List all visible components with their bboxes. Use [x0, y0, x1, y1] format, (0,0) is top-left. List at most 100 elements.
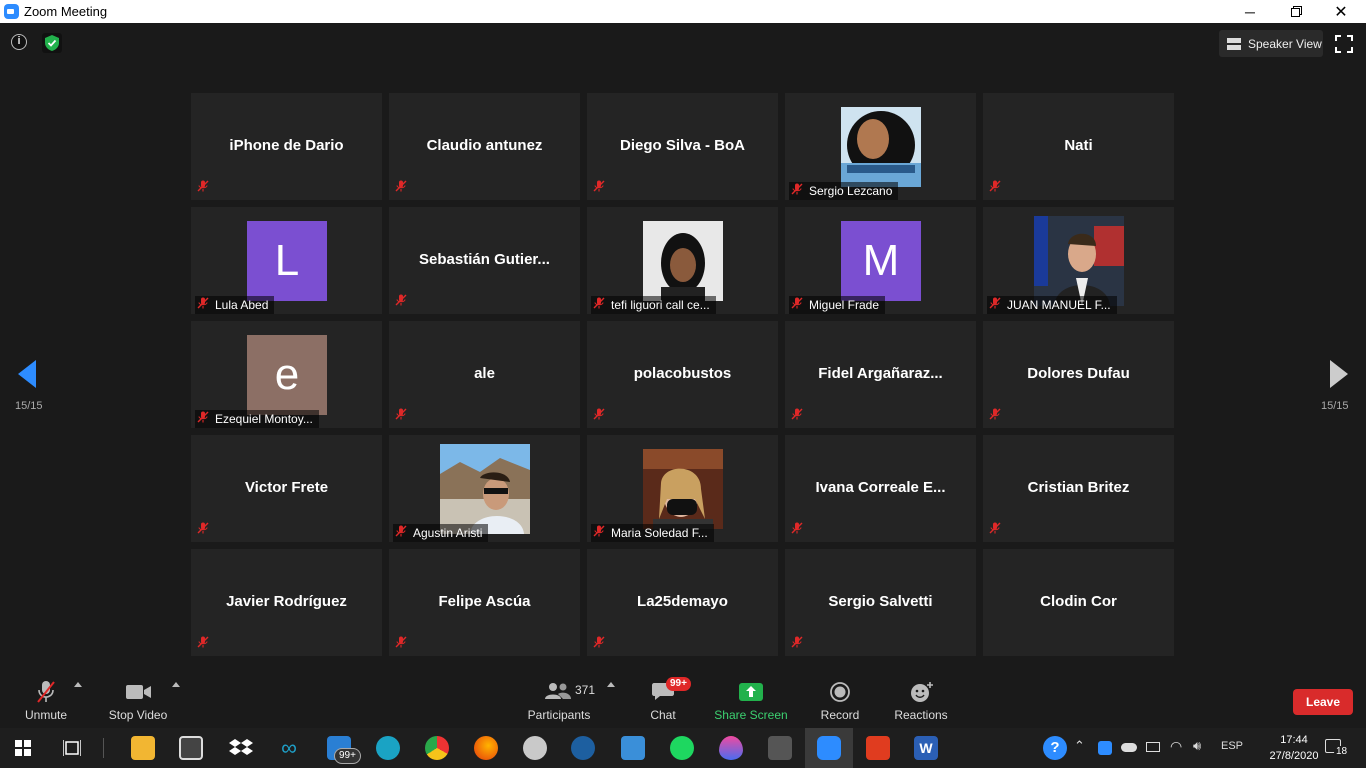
muted-mic-icon — [989, 407, 1001, 425]
input-language[interactable]: ESP — [1221, 740, 1243, 752]
spotify-icon[interactable] — [670, 736, 694, 760]
participant-tile[interactable]: Fidel Argañaraz... — [785, 321, 976, 428]
stop-video-button[interactable]: Stop Video — [104, 670, 172, 728]
participant-tile[interactable]: Cristian Britez — [983, 435, 1174, 542]
participant-name: Sergio Lezcano — [809, 184, 893, 198]
chrome-browser-icon[interactable] — [425, 736, 449, 760]
participant-name: Dolores Dufau — [1027, 365, 1130, 382]
onedrive-cloud-icon[interactable] — [1121, 743, 1137, 752]
participant-tile[interactable]: Claudio antunez — [389, 93, 580, 200]
edge-browser-icon[interactable] — [376, 736, 400, 760]
muted-mic-icon — [197, 410, 209, 428]
windows-start-icon[interactable] — [15, 740, 31, 756]
zoom-tray-icon[interactable] — [1098, 741, 1112, 755]
fullscreen-icon[interactable] — [1335, 35, 1353, 53]
participant-tile[interactable]: La25demayo — [587, 549, 778, 656]
paint-icon[interactable] — [523, 736, 547, 760]
participant-tile[interactable]: polacobustos — [587, 321, 778, 428]
muted-mic-icon — [791, 296, 803, 314]
muted-mic-icon — [593, 296, 605, 314]
window-title-bar: Zoom Meeting ─ ✕ — [0, 0, 1366, 23]
participant-tile[interactable]: Ivana Correale E... — [785, 435, 976, 542]
arduino-icon[interactable]: ∞ — [277, 736, 301, 760]
firefox-browser-icon[interactable] — [474, 736, 498, 760]
app-icon[interactable] — [571, 736, 595, 760]
participant-name: Sebastián Gutier... — [419, 251, 550, 268]
participant-name: Miguel Frade — [809, 298, 880, 312]
participants-options-caret[interactable] — [607, 682, 615, 687]
participant-tile[interactable]: JUAN MANUEL F... — [983, 207, 1174, 314]
previous-page-arrow[interactable] — [18, 360, 36, 388]
participant-tile[interactable]: tefi liguori call ce... — [587, 207, 778, 314]
participant-tile[interactable]: Clodin Cor — [983, 549, 1174, 656]
word-icon[interactable]: W — [914, 736, 938, 760]
participant-tile[interactable]: iPhone de Dario — [191, 93, 382, 200]
reactions-button[interactable]: Reactions — [890, 670, 952, 728]
participant-tile[interactable]: Felipe Ascúa — [389, 549, 580, 656]
participant-name: Nati — [1064, 137, 1093, 154]
participant-name: Claudio antunez — [426, 137, 543, 154]
record-icon — [830, 682, 850, 702]
share-screen-button[interactable]: Share Screen — [712, 670, 790, 728]
participant-tile[interactable]: Sebastián Gutier... — [389, 207, 580, 314]
encryption-shield-icon[interactable] — [42, 33, 62, 53]
muted-mic-icon — [395, 293, 407, 311]
participant-name-label: Sergio Lezcano — [789, 182, 899, 200]
chat-label: Chat — [650, 708, 676, 722]
participant-photo — [841, 107, 921, 187]
participant-tile[interactable]: e Ezequiel Montoy... — [191, 321, 382, 428]
record-button[interactable]: Record — [814, 670, 866, 728]
office-icon[interactable] — [866, 736, 890, 760]
participant-photo — [643, 221, 723, 301]
minimize-button[interactable]: ─ — [1227, 0, 1273, 23]
close-window-button[interactable]: ✕ — [1318, 0, 1364, 23]
zoom-app-icon — [4, 4, 19, 19]
participant-tile[interactable]: ale — [389, 321, 580, 428]
app-window-icon[interactable] — [621, 736, 645, 760]
next-page-arrow[interactable] — [1330, 360, 1348, 388]
participant-tile[interactable]: Dolores Dufau — [983, 321, 1174, 428]
taskbar-clock[interactable]: 17:44 27/8/2020 — [1266, 732, 1322, 764]
participant-tile[interactable]: Maria Soledad F... — [587, 435, 778, 542]
microsoft-store-icon[interactable] — [179, 736, 203, 760]
participants-button[interactable]: 371 Participants — [523, 670, 595, 728]
participant-name: Felipe Ascúa — [438, 593, 531, 610]
speaker-view-button[interactable]: Speaker View — [1219, 30, 1323, 57]
muted-mic-icon — [197, 179, 209, 197]
calculator-icon[interactable] — [768, 736, 792, 760]
color-drop-icon[interactable] — [719, 736, 743, 760]
leave-meeting-button[interactable]: Leave — [1293, 689, 1353, 715]
participant-name: Cristian Britez — [1027, 479, 1130, 496]
zoom-taskbar-icon[interactable] — [817, 736, 841, 760]
volume-icon[interactable]: 🔊︎ — [1193, 738, 1201, 754]
battery-icon[interactable] — [1146, 742, 1160, 752]
wifi-icon[interactable]: ◠ — [1170, 738, 1182, 755]
audio-options-caret[interactable] — [74, 682, 82, 687]
participant-tile[interactable]: Sergio Salvetti — [785, 549, 976, 656]
chat-button[interactable]: 99+ Chat — [640, 670, 691, 728]
muted-mic-icon — [791, 407, 803, 425]
meeting-info-icon[interactable]: i — [11, 34, 27, 50]
participant-tile[interactable]: Agustin Aristi — [389, 435, 580, 542]
task-view-icon[interactable] — [63, 739, 81, 757]
unmute-label: Unmute — [24, 708, 68, 722]
muted-mic-icon — [197, 635, 209, 653]
participant-tile[interactable]: Javier Rodríguez — [191, 549, 382, 656]
file-explorer-icon[interactable] — [131, 736, 155, 760]
mail-unread-badge: 99+ — [334, 748, 361, 764]
participant-tile[interactable]: Diego Silva - BoA — [587, 93, 778, 200]
maximize-button[interactable] — [1273, 0, 1319, 23]
participant-tile[interactable]: M Miguel Frade — [785, 207, 976, 314]
show-hidden-icons-chevron[interactable]: ⌃ — [1074, 738, 1085, 754]
participant-name: Clodin Cor — [1040, 593, 1117, 610]
participant-tile[interactable]: L Lula Abed — [191, 207, 382, 314]
participant-tile[interactable]: Sergio Lezcano — [785, 93, 976, 200]
dropbox-icon[interactable] — [229, 736, 253, 760]
unmute-button[interactable]: Unmute — [18, 670, 74, 728]
muted-mic-icon — [395, 407, 407, 425]
participant-tile[interactable]: Victor Frete — [191, 435, 382, 542]
participant-name: iPhone de Dario — [229, 137, 344, 154]
help-icon[interactable]: ? — [1043, 736, 1067, 760]
video-options-caret[interactable] — [172, 682, 180, 687]
participant-tile[interactable]: Nati — [983, 93, 1174, 200]
